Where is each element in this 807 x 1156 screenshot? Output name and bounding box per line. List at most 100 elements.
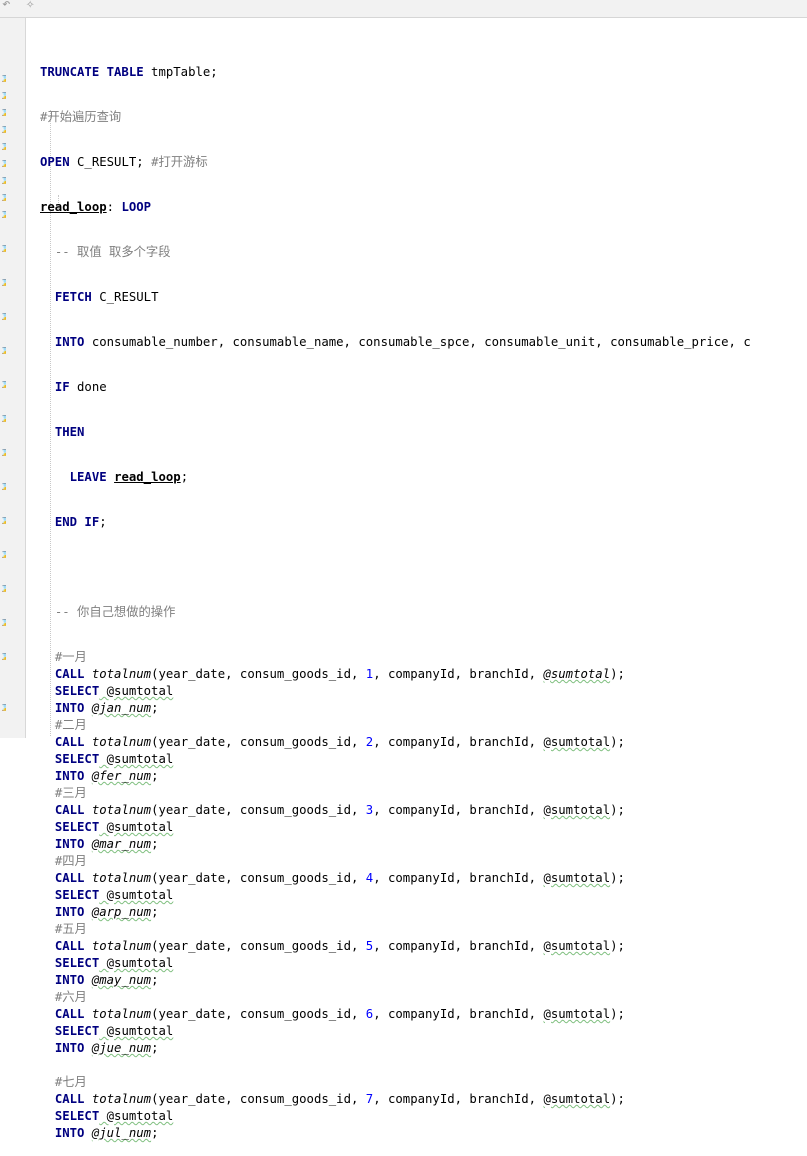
- comment: -- 取值 取多个字段: [54, 245, 171, 259]
- code-text: , companyId, branchId,: [373, 1007, 544, 1021]
- variable: @sumtotal: [543, 735, 611, 749]
- variable: @jue_num: [91, 1041, 152, 1055]
- fold-marker-icon[interactable]: ⌛: [0, 619, 6, 626]
- code-line: #四月: [40, 853, 751, 870]
- fold-marker-icon[interactable]: ⌛: [0, 381, 6, 388]
- code-line: SELECT @sumtotal: [40, 683, 751, 700]
- function-name: totalnum: [91, 667, 152, 681]
- function-name: totalnum: [91, 1007, 152, 1021]
- variable: @fer_num: [91, 769, 152, 783]
- keyword: INTO: [54, 973, 85, 987]
- keyword: INTO: [54, 837, 85, 851]
- code-line: SELECT @sumtotal: [40, 1023, 751, 1040]
- comment: #四月: [54, 854, 87, 868]
- fold-marker-icon[interactable]: ⌛: [0, 109, 6, 116]
- fold-marker-icon[interactable]: ⌛: [0, 279, 6, 286]
- code-line: THEN: [40, 424, 751, 441]
- code-text: (year_date, consum_goods_id,: [151, 1092, 366, 1106]
- fold-marker-icon[interactable]: ⌛: [0, 313, 6, 320]
- fold-marker-icon[interactable]: ⌛: [0, 92, 6, 99]
- fold-marker-icon[interactable]: ⌛: [0, 415, 6, 422]
- code-line: read_loop: LOOP: [40, 199, 751, 216]
- magic-icon[interactable]: ✧: [26, 0, 34, 11]
- code-line: SELECT @sumtotal: [40, 751, 751, 768]
- keyword: LEAVE: [69, 470, 107, 484]
- fold-marker-icon[interactable]: ⌛: [0, 177, 6, 184]
- fold-marker-icon[interactable]: ⌛: [0, 585, 6, 592]
- variable: @sumtotal: [99, 752, 174, 766]
- keyword: SELECT: [54, 1024, 100, 1038]
- editor-toolbar: ↶ ✧: [0, 0, 807, 18]
- month-blocks: #一月 CALL totalnum(year_date, consum_good…: [40, 649, 751, 1142]
- fold-marker-icon[interactable]: ⌛: [0, 551, 6, 558]
- function-name: totalnum: [91, 871, 152, 885]
- code-text: );: [610, 939, 625, 953]
- code-line: #二月: [40, 717, 751, 734]
- undo-icon[interactable]: ↶: [2, 0, 10, 11]
- fold-marker-icon[interactable]: ⌛: [0, 517, 6, 524]
- keyword: SELECT: [54, 752, 100, 766]
- keyword: CALL: [54, 871, 85, 885]
- code-text: );: [610, 871, 625, 885]
- fold-marker-icon[interactable]: ⌛: [0, 245, 6, 252]
- keyword: SELECT: [54, 888, 100, 902]
- loop-label: read_loop: [114, 470, 181, 484]
- function-name: totalnum: [91, 1092, 152, 1106]
- code-line: #一月: [40, 649, 751, 666]
- fold-marker-icon[interactable]: ⌛: [0, 126, 6, 133]
- code-text: , companyId, branchId,: [373, 735, 544, 749]
- comment: #三月: [54, 786, 87, 800]
- keyword: INTO: [54, 1126, 85, 1140]
- fold-marker-icon[interactable]: ⌛: [0, 704, 6, 711]
- code-line: -- 你自己想做的操作: [40, 604, 751, 621]
- comment: -- 你自己想做的操作: [54, 605, 176, 619]
- fold-marker-icon[interactable]: ⌛: [0, 211, 6, 218]
- keyword: OPEN: [40, 155, 70, 169]
- variable: @sumtotal: [543, 667, 611, 681]
- comment: #打开游标: [151, 155, 208, 169]
- code-line: INTO @fer_num;: [54, 769, 159, 783]
- code-line: #开始遍历查询: [40, 109, 751, 126]
- code-line: -- 取值 取多个字段: [40, 244, 751, 261]
- code-line: INTO @may_num;: [54, 973, 159, 987]
- code-line: #五月: [40, 921, 751, 938]
- variable: @sumtotal: [99, 888, 174, 902]
- variable: @sumtotal: [543, 939, 611, 953]
- variable: @sumtotal: [543, 871, 611, 885]
- keyword: LOOP: [121, 200, 152, 214]
- comment: #一月: [54, 650, 87, 664]
- fold-marker-icon[interactable]: ⌛: [0, 194, 6, 201]
- code-line: INTO @mar_num;: [54, 837, 159, 851]
- code-line: INTO @jul_num;: [54, 1126, 159, 1140]
- code-line: CALL totalnum(year_date, consum_goods_id…: [40, 666, 751, 683]
- keyword: CALL: [54, 1007, 85, 1021]
- comment: #七月: [54, 1075, 87, 1089]
- keyword: CALL: [54, 939, 85, 953]
- code-text: , companyId, branchId,: [373, 667, 544, 681]
- fold-marker-icon[interactable]: ⌛: [0, 347, 6, 354]
- code-text: (year_date, consum_goods_id,: [151, 803, 366, 817]
- code-text: (year_date, consum_goods_id,: [151, 1007, 366, 1021]
- code-text: );: [610, 803, 625, 817]
- keyword: SELECT: [54, 956, 100, 970]
- code-line: INTO @arp_num;: [54, 905, 159, 919]
- fold-marker-icon[interactable]: ⌛: [0, 75, 6, 82]
- fold-marker-icon[interactable]: ⌛: [0, 143, 6, 150]
- keyword: TRUNCATE TABLE: [40, 65, 144, 79]
- keyword: INTO: [54, 1041, 85, 1055]
- code-line: CALL totalnum(year_date, consum_goods_id…: [40, 938, 751, 955]
- code-line: #六月: [40, 989, 751, 1006]
- fold-marker-icon[interactable]: ⌛: [0, 653, 6, 660]
- fold-marker-icon[interactable]: ⌛: [0, 449, 6, 456]
- code-editor[interactable]: TRUNCATE TABLE tmpTable; #开始遍历查询 OPEN C_…: [40, 36, 751, 1156]
- keyword: IF: [54, 380, 70, 394]
- code-line: LEAVE read_loop;: [40, 469, 751, 486]
- code-line: CALL totalnum(year_date, consum_goods_id…: [40, 734, 751, 751]
- fold-marker-icon[interactable]: ⌛: [0, 483, 6, 490]
- code-line: IF done: [40, 379, 751, 396]
- code-line: CALL totalnum(year_date, consum_goods_id…: [40, 802, 751, 819]
- fold-marker-icon[interactable]: ⌛: [0, 160, 6, 167]
- function-name: totalnum: [91, 803, 152, 817]
